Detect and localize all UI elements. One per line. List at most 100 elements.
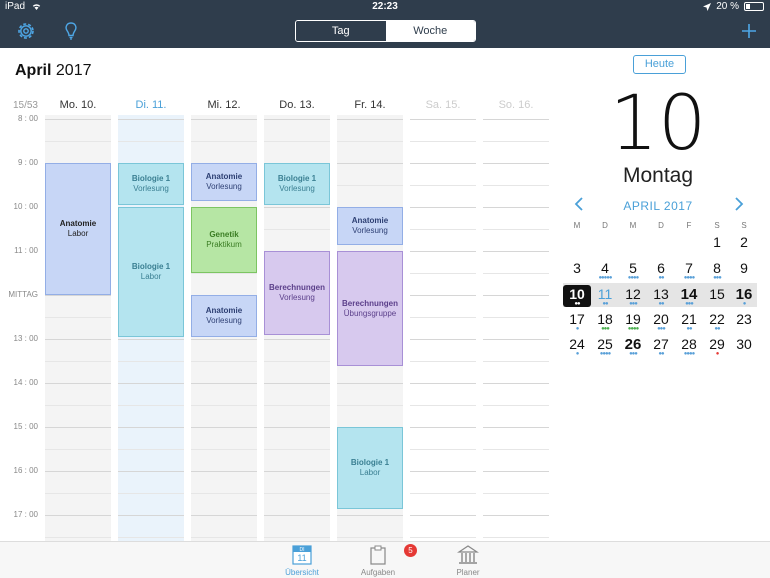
day-header[interactable]: So. 16. [483, 99, 549, 111]
grid-line [483, 515, 549, 517]
day-header[interactable]: Di. 11. [118, 99, 184, 111]
calendar-day[interactable]: 24 ● [563, 335, 591, 357]
grid-line [410, 273, 476, 275]
event-subtitle: Labor [140, 272, 162, 282]
calendar-day[interactable]: 14 ●●● [675, 285, 703, 307]
calendar-day[interactable]: 5 ●●●● [619, 259, 647, 281]
title-year: 2017 [51, 62, 92, 79]
calendar-day[interactable]: 18 ●●● [591, 310, 619, 332]
day-header[interactable]: Fr. 14. [337, 99, 403, 111]
calendar-day[interactable]: 9 [730, 259, 758, 281]
event-dots: ●●● [601, 326, 610, 332]
event-block[interactable]: Berechnungen Vorlesung [264, 251, 330, 335]
grid-line [45, 119, 111, 121]
calendar-day[interactable]: 19 ●●●● [619, 310, 647, 332]
event-dots: ●●●● [627, 275, 640, 281]
page-title: April 2017 [15, 62, 92, 80]
day-header[interactable]: Mo. 10. [45, 99, 111, 111]
day-header[interactable]: Mi. 12. [191, 99, 257, 111]
grid-line [264, 471, 330, 473]
calendar-day-number: 18 [597, 311, 613, 327]
calendar-day[interactable]: 10 ●● [563, 285, 591, 307]
event-block[interactable]: Biologie 1 Vorlesung [118, 163, 184, 206]
calendar-day-number: 6 [657, 260, 665, 276]
tab-planner[interactable]: Planer [438, 544, 498, 577]
event-block[interactable]: Anatomie Labor [45, 163, 111, 296]
calendar-day[interactable]: 22 ●● [703, 310, 731, 332]
calendar-day[interactable]: 11 ●● [591, 285, 619, 307]
grid-line [264, 493, 330, 495]
calendar-day[interactable]: 4 ●●●●● [591, 259, 619, 281]
tab-week[interactable]: Woche [385, 21, 475, 41]
calendar-day[interactable]: 20 ●●● [647, 310, 675, 332]
event-subtitle: Labor [359, 468, 381, 478]
lightbulb-icon[interactable] [60, 20, 82, 42]
calendar-day[interactable]: 28 ●●●● [675, 335, 703, 357]
plus-icon[interactable] [738, 20, 760, 42]
calendar-day[interactable]: 27 ●● [647, 335, 675, 357]
event-block[interactable]: Anatomie Vorlesung [337, 207, 403, 245]
event-block[interactable]: Biologie 1 Labor [337, 427, 403, 509]
grid-line [410, 207, 476, 209]
today-button[interactable]: Heute [633, 55, 686, 74]
gear-icon[interactable] [15, 20, 37, 42]
weekday-label: F [686, 221, 692, 230]
grid-line [264, 339, 330, 341]
calendar-day[interactable]: 12 ●●● [619, 285, 647, 307]
event-block[interactable]: Anatomie Vorlesung [191, 163, 257, 201]
grid-line [483, 185, 549, 187]
event-block[interactable]: Biologie 1 Vorlesung [264, 163, 330, 206]
calendar-day[interactable]: 23 [730, 310, 758, 332]
tab-day[interactable]: Tag [296, 21, 386, 41]
grid-line [118, 449, 184, 451]
grid-line [118, 119, 184, 121]
grid-line [45, 383, 111, 385]
calendar-day[interactable]: 7 ●●●● [675, 259, 703, 281]
grid-line [118, 141, 184, 143]
tab-tasks[interactable]: 5 Aufgaben [348, 544, 417, 577]
grid-line [483, 207, 549, 209]
grid-line [45, 515, 111, 517]
calendar-day[interactable]: 15 [703, 285, 731, 307]
grid-line [337, 163, 403, 165]
event-subtitle: Vorlesung [279, 184, 315, 194]
calendar-day[interactable]: 26 ●●● [619, 335, 647, 357]
calendar-day-number: 11 [597, 286, 613, 302]
event-block[interactable]: Anatomie Vorlesung [191, 295, 257, 338]
event-dots: ●●● [629, 351, 638, 357]
event-block[interactable]: Genetik Praktikum [191, 207, 257, 274]
grid-line [45, 493, 111, 495]
day-header[interactable]: Do. 13. [264, 99, 330, 111]
calendar-day[interactable]: 25 ●●●● [591, 335, 619, 357]
weekday-label: M [573, 221, 581, 230]
calendar-day[interactable]: 21 ●● [675, 310, 703, 332]
grid-line [191, 471, 257, 473]
grid-line [118, 515, 184, 517]
event-block[interactable]: Berechnungen Übungsgruppe [337, 251, 403, 366]
grid-line [45, 405, 111, 407]
calendar-day[interactable]: 29 ● [703, 335, 731, 357]
day-column[interactable] [410, 115, 476, 543]
calendar-day[interactable]: 2 [730, 233, 758, 255]
calendar-day[interactable]: 6 ●● [647, 259, 675, 281]
calendar-day[interactable]: 3 [563, 259, 591, 281]
calendar-day[interactable]: 1 [703, 233, 731, 255]
event-block[interactable]: Biologie 1 Labor [118, 207, 184, 338]
calendar-day[interactable]: 16 ● [730, 285, 758, 307]
event-title: Anatomie [205, 306, 243, 316]
calendar-day[interactable]: 8 ●●● [703, 259, 731, 281]
day-header[interactable]: Sa. 15. [410, 99, 476, 111]
day-column[interactable] [483, 115, 549, 543]
calendar-day[interactable]: 13 ●● [647, 285, 675, 307]
chevron-left-icon[interactable] [574, 197, 584, 216]
battery-icon [744, 2, 764, 11]
grid-line [483, 383, 549, 385]
grid-line [410, 339, 476, 341]
event-dots: ● [575, 326, 580, 332]
event-dots: ●● [658, 301, 664, 307]
tab-overview[interactable]: DI 11 Übersicht [272, 544, 332, 577]
calendar-day[interactable]: 30 [730, 335, 758, 357]
calendar-day[interactable]: 17 ● [563, 310, 591, 332]
chevron-right-icon[interactable] [734, 197, 744, 216]
calendar-day-number: 8 [713, 260, 721, 276]
